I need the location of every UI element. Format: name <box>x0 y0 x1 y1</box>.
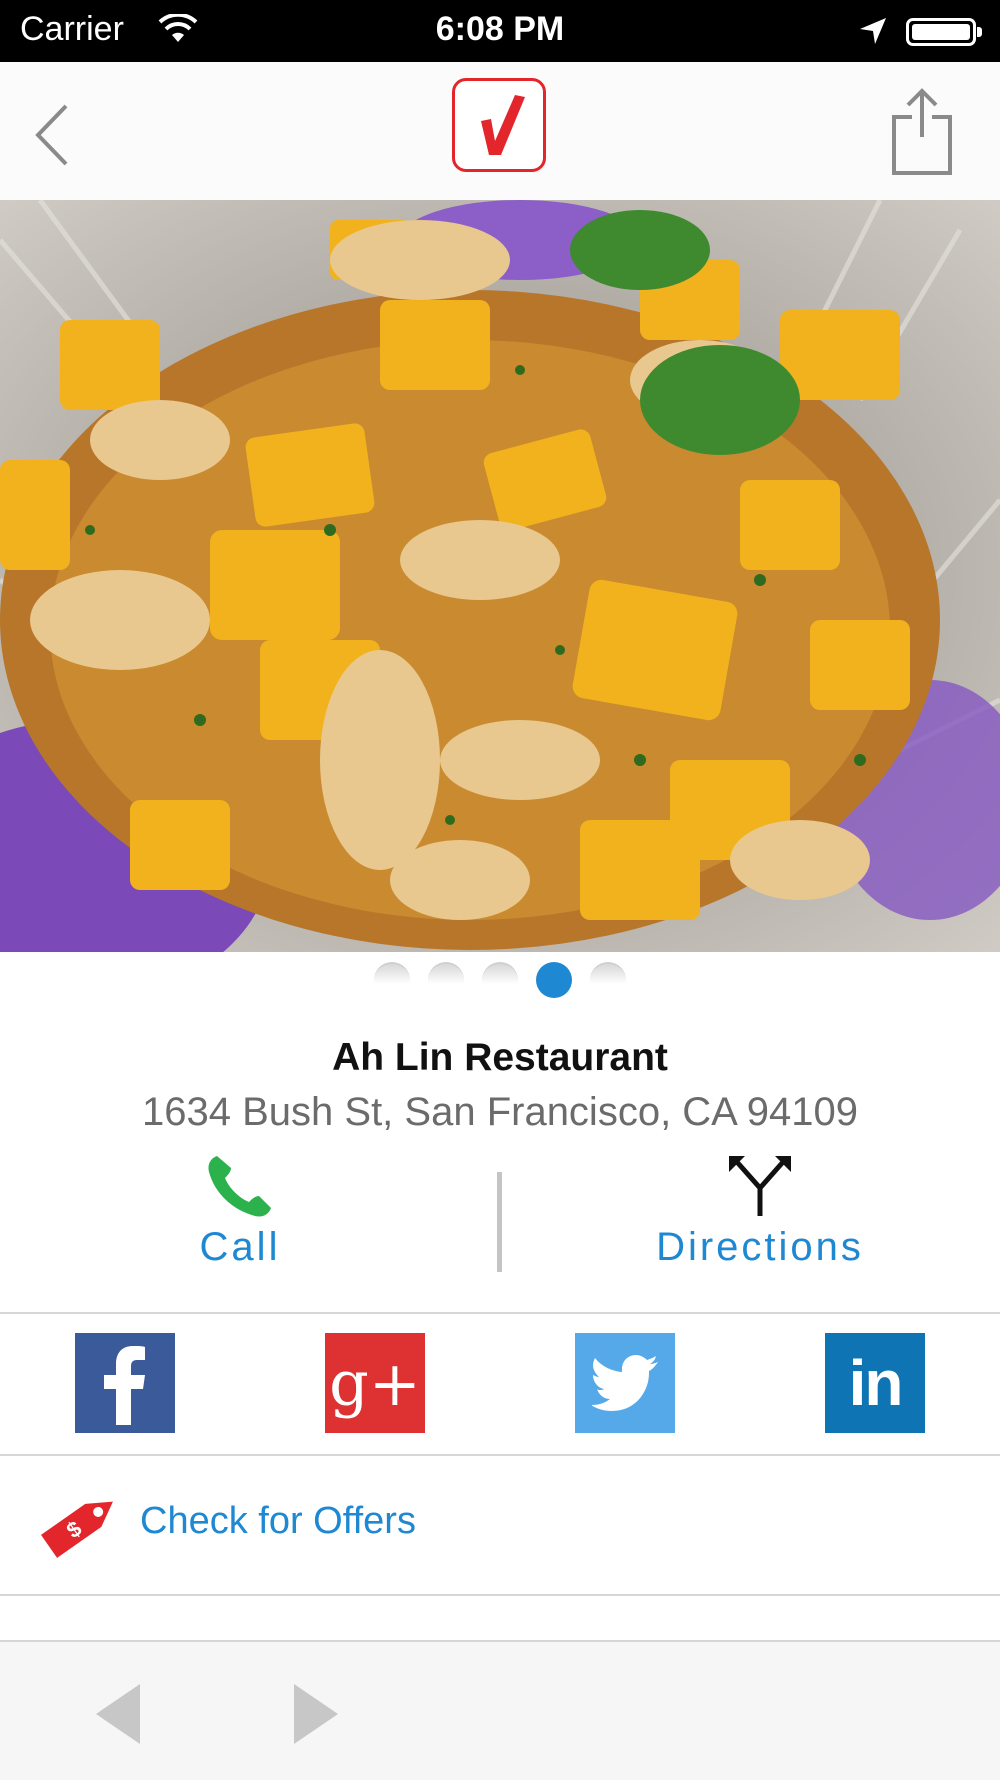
triangle-right-icon[interactable] <box>292 1684 338 1744</box>
directions-label: Directions <box>656 1225 864 1269</box>
nav-bar <box>0 62 1000 200</box>
linkedin-icon: in <box>848 1347 904 1419</box>
page-dot-3[interactable] <box>482 962 518 998</box>
facebook-icon <box>104 1346 145 1425</box>
page-dot-4-active[interactable] <box>536 962 572 998</box>
twitter-button[interactable] <box>575 1333 675 1433</box>
directions-fork-icon <box>729 1156 791 1216</box>
divider <box>0 1594 1000 1596</box>
check-offers-label: Check for Offers <box>140 1500 416 1542</box>
share-icon[interactable] <box>888 87 956 175</box>
price-tag-icon: $ <box>41 1501 113 1558</box>
app-logo <box>452 78 546 172</box>
google-plus-button[interactable]: g+ <box>325 1333 425 1433</box>
restaurant-name: Ah Lin Restaurant <box>332 1036 668 1079</box>
battery-icon <box>906 18 982 46</box>
check-offers-row[interactable]: $ Check for Offers <box>0 1456 1000 1594</box>
checkmark-logo-icon <box>481 95 525 155</box>
call-button[interactable]: Call <box>140 1152 340 1270</box>
status-time: 6:08 PM <box>435 10 565 48</box>
bottom-toolbar <box>0 1640 1000 1780</box>
google-plus-icon: g+ <box>329 1346 421 1420</box>
page-dot-1[interactable] <box>374 962 410 998</box>
location-arrow-icon <box>860 18 886 44</box>
action-divider <box>497 1172 502 1272</box>
food-photo[interactable] <box>0 200 1000 952</box>
status-bar: Carrier 6:08 PM <box>0 0 1000 62</box>
triangle-left-icon[interactable] <box>96 1684 142 1744</box>
twitter-icon <box>592 1355 658 1411</box>
chevron-left-icon[interactable] <box>30 100 80 170</box>
call-label: Call <box>199 1225 281 1269</box>
restaurant-address: 1634 Bush St, San Francisco, CA 94109 <box>142 1090 858 1134</box>
divider <box>0 1312 1000 1314</box>
food-photo-image <box>0 200 1000 952</box>
page-dot-2[interactable] <box>428 962 464 998</box>
linkedin-button[interactable]: in <box>825 1333 925 1433</box>
phone-icon <box>208 1156 271 1217</box>
page-indicator <box>0 962 1000 1006</box>
facebook-button[interactable] <box>75 1333 175 1433</box>
page-dot-5[interactable] <box>590 962 626 998</box>
directions-button[interactable]: Directions <box>600 1152 920 1270</box>
